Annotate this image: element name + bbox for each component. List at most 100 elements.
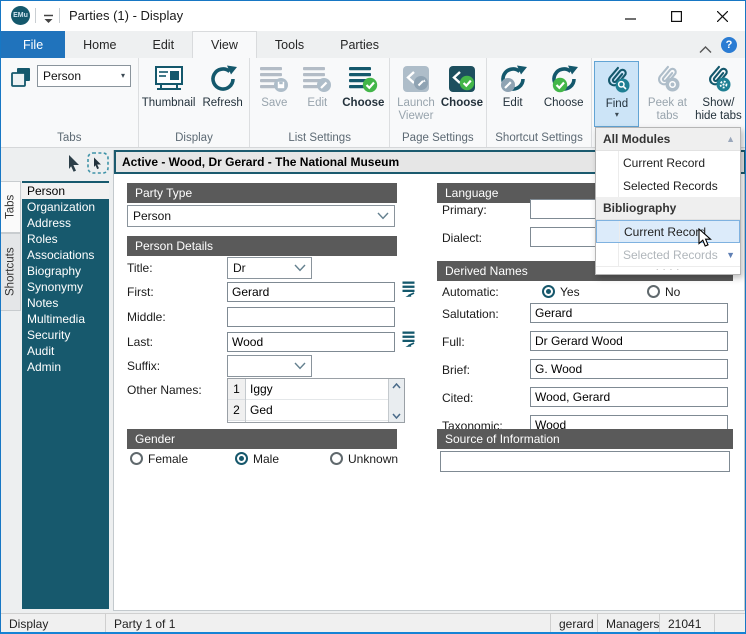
other-names-values: Iggy Ged — [246, 379, 388, 422]
source-of-information-field[interactable] — [440, 451, 730, 472]
tab-tools[interactable]: Tools — [257, 31, 322, 58]
automatic-no-label: No — [665, 285, 680, 299]
find-dropdown-icon: ▾ — [615, 111, 619, 119]
suffix-select[interactable] — [227, 355, 312, 377]
full-name-label: Full: — [442, 335, 465, 349]
list-edit-icon — [301, 61, 333, 97]
tab-layout-select[interactable]: Person ▾ — [37, 65, 131, 87]
tab-parties[interactable]: Parties — [322, 31, 397, 58]
sidebar-item-address[interactable]: Address — [22, 215, 109, 231]
sidebar-item-organization[interactable]: Organization — [22, 199, 109, 215]
tab-home[interactable]: Home — [65, 31, 134, 58]
primary-label: Primary: — [442, 203, 487, 217]
menu-item-bib-selected-records: Selected Records ▼ — [596, 243, 740, 266]
other-names-grid[interactable]: 1 2 Iggy Ged — [227, 378, 405, 423]
menu-resize-grip[interactable]: · · · · — [596, 266, 740, 274]
find-button[interactable]: Find ▾ — [594, 61, 639, 127]
status-group: Managers — [598, 614, 660, 633]
automatic-yes-radio[interactable]: Yes — [542, 283, 580, 301]
sidebar-item-person[interactable]: Person — [22, 183, 109, 199]
list-edit-button: Edit — [296, 61, 338, 110]
thumbnail-button[interactable]: Thumbnail — [141, 61, 197, 110]
close-button[interactable] — [699, 1, 745, 31]
automatic-no-radio[interactable]: No — [647, 283, 680, 301]
tab-file[interactable]: File — [1, 31, 65, 58]
page-choose-button[interactable]: Choose — [438, 61, 486, 110]
tab-view[interactable]: View — [192, 31, 257, 58]
gender-unknown-radio[interactable]: Unknown — [330, 450, 398, 468]
group-label-list-settings: List Settings — [250, 132, 389, 144]
show-hide-tabs-button[interactable]: Show/ hide tabs ▾ — [693, 61, 743, 136]
ribbon-tab-row: File Home Edit View Tools Parties — [1, 31, 745, 58]
group-label-tabs: Tabs — [1, 132, 138, 144]
ribbon-group-tabs: Person ▾ Tabs — [1, 58, 139, 147]
menu-item-bib-current-record[interactable]: Current Record — [596, 220, 740, 243]
last-name-field[interactable] — [227, 332, 395, 352]
sidebar-item-notes[interactable]: Notes — [22, 295, 109, 311]
autofill-icon[interactable] — [401, 280, 416, 303]
cursor-tool-icon[interactable] — [64, 152, 84, 179]
title-select[interactable]: Dr — [227, 257, 312, 279]
sidebar-item-synonymy[interactable]: Synonymy — [22, 279, 109, 295]
list-save-button: Save — [252, 61, 296, 110]
sidebar-item-audit[interactable]: Audit — [22, 343, 109, 359]
emu-logo-icon[interactable]: EMu — [11, 6, 30, 25]
sidebar-item-roles[interactable]: Roles — [22, 231, 109, 247]
list-choose-button[interactable]: Choose — [338, 61, 388, 110]
sidebar-item-associations[interactable]: Associations — [22, 247, 109, 263]
sidebar-item-security[interactable]: Security — [22, 327, 109, 343]
cited-label: Cited: — [442, 391, 473, 405]
sidebar-item-multimedia[interactable]: Multimedia — [22, 311, 109, 327]
quick-access-dropdown-icon[interactable] — [42, 11, 55, 29]
help-icon[interactable]: ? — [721, 37, 737, 53]
title-value: Dr — [233, 261, 246, 275]
page-choose-icon — [447, 61, 477, 97]
shortcut-edit-button[interactable]: Edit — [489, 61, 537, 110]
other-name-cell[interactable]: Iggy — [246, 379, 388, 400]
maximize-button[interactable] — [653, 1, 699, 31]
chevron-down-icon — [377, 212, 389, 220]
first-name-field[interactable] — [227, 282, 395, 302]
app-window: EMu Parties (1) - Display File Home Edit… — [0, 0, 746, 634]
tab-stack-icon[interactable] — [9, 65, 33, 94]
salutation-field[interactable] — [530, 303, 728, 323]
shortcut-choose-icon — [548, 61, 580, 97]
autofill-icon[interactable] — [401, 330, 416, 353]
menu-item-all-current-record[interactable]: Current Record — [596, 151, 740, 174]
gender-female-label: Female — [148, 452, 188, 466]
first-name-label: First: — [127, 285, 154, 299]
menu-scroll-up-icon[interactable]: ▲ — [726, 134, 735, 144]
menu-item-all-selected-records[interactable]: Selected Records — [596, 174, 740, 197]
radio-icon — [542, 285, 555, 298]
sidebar-item-admin[interactable]: Admin — [22, 359, 109, 375]
cited-field[interactable] — [530, 387, 728, 407]
other-name-cell[interactable]: Ged — [246, 400, 388, 421]
chevron-down-icon — [294, 362, 306, 370]
show-hide-tabs-label-1: Show/ — [702, 97, 734, 110]
group-label-shortcut-settings: Shortcut Settings — [487, 132, 592, 144]
ribbon-group-page-settings: Launch Viewer Choose Page Settings — [390, 58, 487, 147]
find-dropdown-menu: All Modules ▲ Current Record Selected Re… — [595, 127, 741, 275]
sidebar-item-biography[interactable]: Biography — [22, 263, 109, 279]
gender-female-radio[interactable]: Female — [130, 450, 188, 468]
shortcut-choose-button[interactable]: Choose — [537, 61, 591, 110]
menu-scroll-down-icon[interactable]: ▼ — [726, 250, 735, 260]
refresh-button[interactable]: Refresh — [197, 61, 249, 110]
minimize-button[interactable] — [607, 1, 653, 31]
gender-male-radio[interactable]: Male — [235, 450, 279, 468]
ribbon-group-shortcut-settings: Edit Choose Shortcut Settings — [487, 58, 593, 147]
middle-name-field[interactable] — [227, 307, 395, 327]
collapse-ribbon-icon[interactable] — [699, 41, 712, 59]
suffix-label: Suffix: — [127, 359, 160, 373]
scroll-up-button[interactable] — [389, 379, 404, 392]
side-tab-tabs[interactable]: Tabs — [1, 181, 21, 233]
party-type-select[interactable]: Person — [127, 205, 395, 227]
tab-edit[interactable]: Edit — [135, 31, 193, 58]
brief-field[interactable] — [530, 359, 728, 379]
scroll-down-button[interactable] — [389, 409, 404, 422]
status-resize-grip — [715, 614, 745, 633]
launch-viewer-label: Launch Viewer — [392, 97, 440, 123]
select-mode-icon[interactable] — [86, 151, 110, 180]
full-name-field[interactable] — [530, 331, 728, 351]
side-tab-shortcuts[interactable]: Shortcuts — [1, 233, 21, 311]
